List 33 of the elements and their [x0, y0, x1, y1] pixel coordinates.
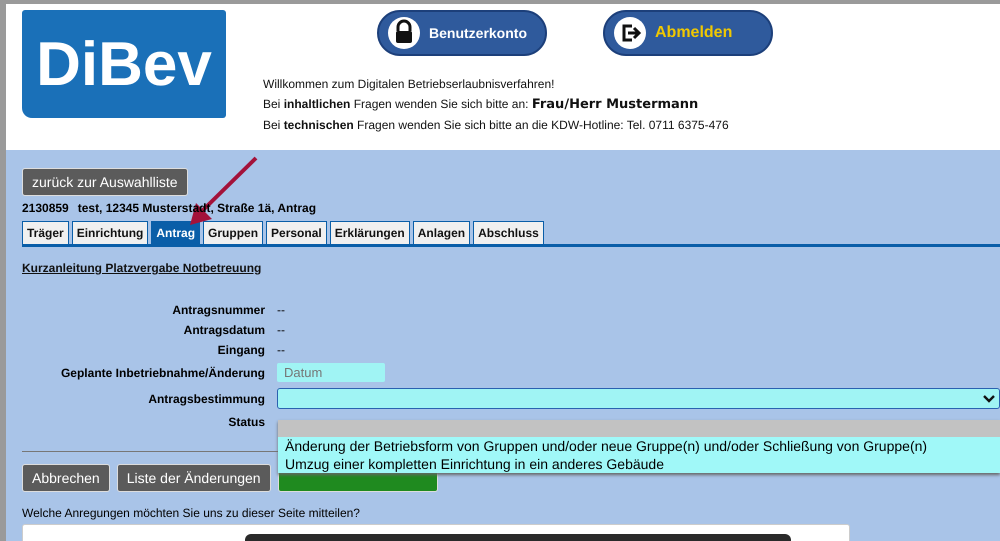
- dropdown-option[interactable]: Änderung der Betriebsform von Gruppen und/oder neue Gruppe(n) und/oder Schließung von Gruppe(n): [278, 437, 1000, 455]
- tab[interactable]: Träger: [22, 221, 69, 244]
- tab[interactable]: Einrichtung: [72, 221, 148, 244]
- record-id: 2130859: [22, 201, 69, 215]
- field-label: Geplante Inbetriebnahme/Änderung: [60, 366, 265, 380]
- hotline-text: Bei technischen Fragen wenden Sie sich bitte an die KDW-Hotline: Tel. 0711 6375-476: [263, 117, 730, 134]
- welcome-text: Willkommen zum Digitalen Betriebserlaubnisverfahren!: [263, 76, 556, 93]
- guide-link[interactable]: Kurzanleitung Platzvergabe Notbetreuung: [22, 261, 262, 275]
- action-button[interactable]: Abbrechen: [22, 464, 110, 492]
- field-value: --: [277, 323, 286, 337]
- field-label: Antragsnummer: [171, 303, 265, 317]
- contact-name: Frau/Herr Mustermann: [532, 97, 698, 112]
- field-label: Status: [227, 415, 265, 429]
- tab[interactable]: Anlagen: [412, 221, 470, 244]
- field-label: Antragsdatum: [182, 323, 265, 337]
- feedback-question: Welche Anregungen möchten Sie uns zu dieser Seite mitteilen?: [22, 506, 361, 520]
- tab[interactable]: Abschluss: [473, 221, 544, 244]
- logo: DiBev: [22, 10, 226, 118]
- tab[interactable]: Antrag: [151, 221, 200, 244]
- field-label: Antragsbestimmung: [147, 392, 265, 406]
- logout-button[interactable]: Abmelden: [603, 10, 773, 56]
- date-field[interactable]: Datum: [277, 363, 385, 382]
- tab[interactable]: Personal: [266, 221, 327, 244]
- field-value: --: [277, 303, 286, 317]
- field-value: --: [277, 343, 286, 357]
- field-label: Eingang: [216, 343, 265, 357]
- account-button[interactable]: Benutzerkonto: [377, 10, 547, 56]
- dropdown-option[interactable]: Umzug einer kompletten Einrichtung in ein anderes Gebäude: [278, 455, 1000, 473]
- back-button[interactable]: zurück zur Auswahlliste: [22, 168, 188, 196]
- action-button[interactable]: Liste der Änderungen: [116, 464, 271, 492]
- contact-text: Bei inhaltlichen Fragen wenden Sie sich bitte an:: [263, 97, 530, 111]
- tab[interactable]: Erklärungen: [330, 221, 410, 244]
- tab[interactable]: Gruppen: [203, 221, 264, 244]
